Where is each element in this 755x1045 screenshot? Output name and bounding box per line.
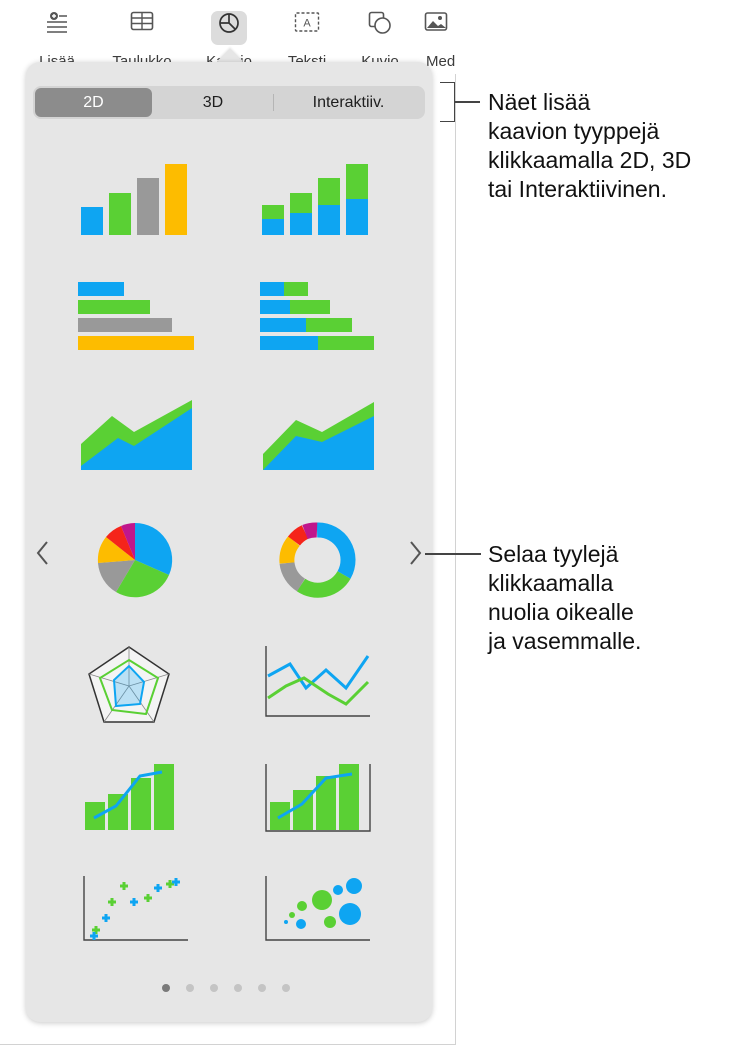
two-axis-chart-style[interactable] [254, 756, 384, 846]
two-axis-chart-icon [265, 764, 371, 832]
chevron-left-icon [36, 541, 48, 565]
pie-chart-style[interactable] [72, 515, 202, 605]
line-chart-icon [265, 646, 370, 717]
media-button[interactable]: Media [410, 6, 456, 68]
donut-chart-style[interactable] [254, 515, 384, 605]
column-chart-icon [81, 164, 187, 235]
mixed-chart-icon [85, 764, 174, 830]
scatter-chart-style[interactable] [72, 870, 202, 960]
stacked-bar-chart-style[interactable] [254, 276, 384, 366]
bar-chart-icon [78, 282, 194, 350]
chart-type-segmented-control: 2D 3D Interaktiiv. [33, 86, 425, 119]
shape-button[interactable]: Kuvio [340, 6, 420, 70]
stacked-area-chart-icon [263, 402, 374, 470]
svg-text:A: A [303, 18, 311, 30]
table-icon [124, 11, 160, 45]
page-indicator [162, 984, 302, 994]
bubble-chart-style[interactable] [254, 870, 384, 960]
callout-bracket [440, 82, 455, 122]
stacked-bar-chart-icon [260, 282, 374, 350]
page-dot[interactable] [282, 984, 290, 992]
line-chart-style[interactable] [254, 640, 384, 730]
bubble-chart-icon [265, 876, 370, 941]
tab-interactive[interactable]: Interaktiiv. [274, 88, 423, 117]
insert-icon [39, 11, 75, 45]
scatter-chart-icon [83, 876, 188, 941]
stacked-area-chart-style[interactable] [254, 396, 384, 486]
callout-chart-types: Näet lisää kaavion tyyppejä klikkaamalla… [488, 89, 692, 202]
media-icon [418, 11, 454, 45]
page-dot[interactable] [234, 984, 242, 992]
area-chart-icon [81, 400, 192, 470]
pie-chart-icon [97, 522, 173, 598]
mixed-chart-style[interactable] [72, 756, 202, 846]
radar-chart-icon [88, 646, 170, 723]
column-chart-style[interactable] [72, 153, 202, 243]
table-button[interactable]: Taulukko [102, 6, 182, 70]
page-dot[interactable] [162, 984, 170, 992]
shape-icon [362, 11, 398, 45]
callout-leader-line [425, 553, 481, 555]
text-box-icon: A [289, 11, 325, 45]
stacked-column-chart-icon [262, 164, 368, 235]
donut-chart-icon [279, 522, 356, 598]
callout-leader-line [454, 101, 480, 103]
page-dot[interactable] [258, 984, 266, 992]
area-chart-style[interactable] [72, 396, 202, 486]
page-dot[interactable] [186, 984, 194, 992]
insert-button[interactable]: Lisää [17, 6, 97, 70]
callout-browse-styles: Selaa tyylejä klikkaamalla nuolia oikeal… [488, 541, 642, 654]
media-label: Media [426, 53, 456, 68]
previous-page-button[interactable] [30, 536, 56, 570]
radar-chart-style[interactable] [72, 640, 202, 730]
chart-icon [211, 11, 247, 45]
tab-3d[interactable]: 3D [153, 88, 273, 117]
bar-chart-style[interactable] [72, 276, 202, 366]
text-button[interactable]: A Teksti [267, 6, 347, 70]
tab-2d[interactable]: 2D [35, 88, 152, 117]
stacked-column-chart-style[interactable] [254, 153, 384, 243]
page-dot[interactable] [210, 984, 218, 992]
